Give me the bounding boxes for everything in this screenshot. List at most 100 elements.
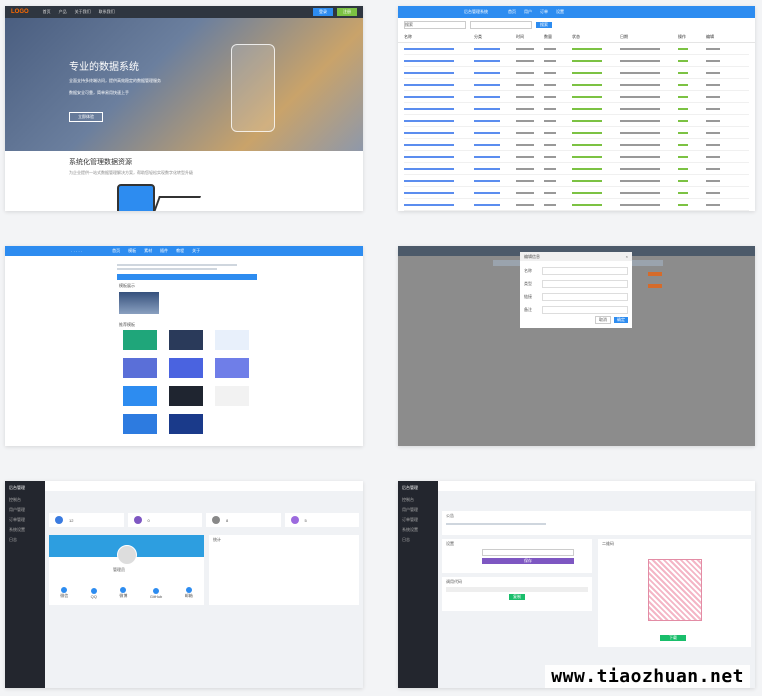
col-date: 日期	[620, 34, 628, 39]
search-button[interactable]: 搜索	[536, 22, 552, 28]
table-row[interactable]	[404, 115, 749, 127]
sidebar-item[interactable]: 日志	[398, 535, 438, 545]
tab-users[interactable]: 用户	[524, 9, 532, 15]
table-row[interactable]	[404, 175, 749, 187]
col-time: 时间	[516, 34, 524, 39]
hero-title: 专业的数据系统	[69, 62, 139, 73]
sidebar-item[interactable]: 控制台	[5, 495, 45, 505]
social-label: QQ	[90, 593, 97, 599]
dimmed-orange-2	[648, 284, 662, 288]
template-thumbnail[interactable]	[123, 358, 157, 378]
template-thumbnail[interactable]	[169, 386, 203, 406]
table-row[interactable]	[404, 199, 749, 211]
table-row[interactable]	[404, 55, 749, 67]
template-thumbnail[interactable]	[215, 386, 249, 406]
template-thumbnail[interactable]	[169, 358, 203, 378]
tab-orders[interactable]: 订单	[540, 9, 548, 15]
nav-home[interactable]: 首页	[43, 9, 51, 15]
save-button[interactable]: 保存	[482, 558, 574, 564]
section-text: 为企业提供一站式数据管理解决方案，帮助您轻松实现数字化转型升级	[69, 170, 193, 175]
modal-field-input[interactable]	[542, 292, 628, 301]
stat-card: 12	[49, 513, 124, 527]
preview-dashboard[interactable]: 后台管理 控制台 用户管理 订单管理 系统设置 日志 12 0 8 5 管理员 微信 QQ 微博 G…	[5, 481, 363, 688]
dashboard-topbar	[45, 481, 363, 491]
laptop-illustration	[150, 196, 202, 211]
sidebar-item[interactable]: 系统设置	[398, 525, 438, 535]
gallery-nav-3[interactable]: 素材	[144, 248, 152, 254]
modal-field-input[interactable]	[542, 266, 628, 275]
close-icon[interactable]: ×	[626, 254, 628, 259]
form-input[interactable]	[482, 549, 574, 556]
preview-modal[interactable]: 编辑信息 × 名称 类型 链接 备注 取消 确定	[398, 246, 755, 446]
stat-card: 5	[284, 513, 359, 527]
table-row[interactable]	[404, 151, 749, 163]
modal-field-input[interactable]	[542, 279, 628, 288]
social-label: GitHub	[149, 593, 163, 599]
template-thumbnail[interactable]	[169, 414, 203, 434]
gallery-nav-5[interactable]: 教程	[176, 248, 184, 254]
hero-cta-button[interactable]: 立即体验	[69, 112, 103, 122]
edit-modal: 编辑信息 × 名称 类型 链接 备注 取消 确定	[520, 252, 632, 328]
preview-table[interactable]: 后台管理系统 首页 用户 订单 设置 搜索 搜索 名称 分类 时间 数量 状态 …	[398, 6, 755, 211]
template-thumbnail[interactable]	[215, 358, 249, 378]
nav-contact[interactable]: 联系我们	[99, 9, 115, 15]
code-card: 调用代码 复制	[442, 577, 592, 611]
col-edit: 编辑	[706, 34, 714, 39]
preview-landing[interactable]: LOGO 首页 产品 关于我们 联系我们 登录 注册 专业的数据系统 全面支持多…	[5, 6, 363, 211]
nav-about[interactable]: 关于我们	[75, 9, 91, 15]
avatar	[117, 545, 137, 565]
table-header-bar: 后台管理系统 首页 用户 订单 设置	[398, 6, 755, 18]
filter-bar: 搜索 搜索	[398, 18, 755, 32]
table-row[interactable]	[404, 127, 749, 139]
table-row[interactable]	[404, 163, 749, 175]
search-input[interactable]: 搜索	[404, 21, 466, 29]
tab-settings[interactable]: 设置	[556, 9, 564, 15]
sidebar-item[interactable]: 订单管理	[5, 515, 45, 525]
stat-value: 5	[304, 517, 307, 523]
sidebar-item[interactable]: 控制台	[398, 495, 438, 505]
gallery-nav: · · · · · 首页 模板 素材 插件 教程 关于	[5, 246, 363, 256]
table-row[interactable]	[404, 103, 749, 115]
table-row[interactable]	[404, 79, 749, 91]
template-thumbnail[interactable]	[215, 330, 249, 350]
template-thumbnail[interactable]	[169, 330, 203, 350]
sidebar-item[interactable]: 日志	[5, 535, 45, 545]
social-label: 微信	[60, 593, 69, 598]
stat-value: 0	[147, 517, 150, 523]
table-app-title: 后台管理系统	[464, 9, 488, 14]
tab-home[interactable]: 首页	[508, 9, 516, 15]
featured-thumbnail[interactable]	[119, 292, 159, 314]
gallery-nav-6[interactable]: 关于	[192, 248, 200, 254]
sidebar-item[interactable]: 订单管理	[398, 515, 438, 525]
table-row[interactable]	[404, 187, 749, 199]
qr-card: 二维码 下载	[598, 539, 751, 647]
preview-gallery[interactable]: · · · · · 首页 模板 素材 插件 教程 关于 模板展示 推荐模板	[5, 246, 363, 446]
template-thumbnail[interactable]	[123, 330, 157, 350]
gallery-nav-2[interactable]: 模板	[128, 248, 136, 254]
code-box[interactable]	[446, 587, 588, 592]
cancel-button[interactable]: 取消	[595, 316, 611, 324]
preview-settings[interactable]: 后台管理 控制台 用户管理 订单管理 系统设置 日志 公告 设置 保存 调用代码 复制 …	[398, 481, 755, 688]
template-thumbnail[interactable]	[123, 414, 157, 434]
gallery-brand: · · · · ·	[71, 248, 83, 254]
settings-brand: 后台管理	[402, 485, 418, 490]
gallery-nav-4[interactable]: 插件	[160, 248, 168, 254]
nav-product[interactable]: 产品	[59, 9, 67, 15]
template-thumbnail[interactable]	[123, 386, 157, 406]
login-button[interactable]: 登录	[313, 8, 333, 16]
table-row[interactable]	[404, 67, 749, 79]
table-row[interactable]	[404, 139, 749, 151]
register-button[interactable]: 注册	[337, 8, 357, 16]
table-row[interactable]	[404, 43, 749, 55]
ok-button[interactable]: 确定	[614, 317, 628, 323]
modal-field-input[interactable]	[542, 305, 628, 314]
copy-button[interactable]: 复制	[509, 594, 525, 600]
download-button[interactable]: 下载	[660, 635, 686, 641]
table-row[interactable]	[404, 91, 749, 103]
sidebar-item[interactable]: 用户管理	[398, 505, 438, 515]
gallery-nav-1[interactable]: 首页	[112, 248, 120, 254]
sidebar-item[interactable]: 用户管理	[5, 505, 45, 515]
sidebar-item[interactable]: 系统设置	[5, 525, 45, 535]
filter-input[interactable]	[470, 21, 532, 29]
stat-card: 8	[206, 513, 281, 527]
